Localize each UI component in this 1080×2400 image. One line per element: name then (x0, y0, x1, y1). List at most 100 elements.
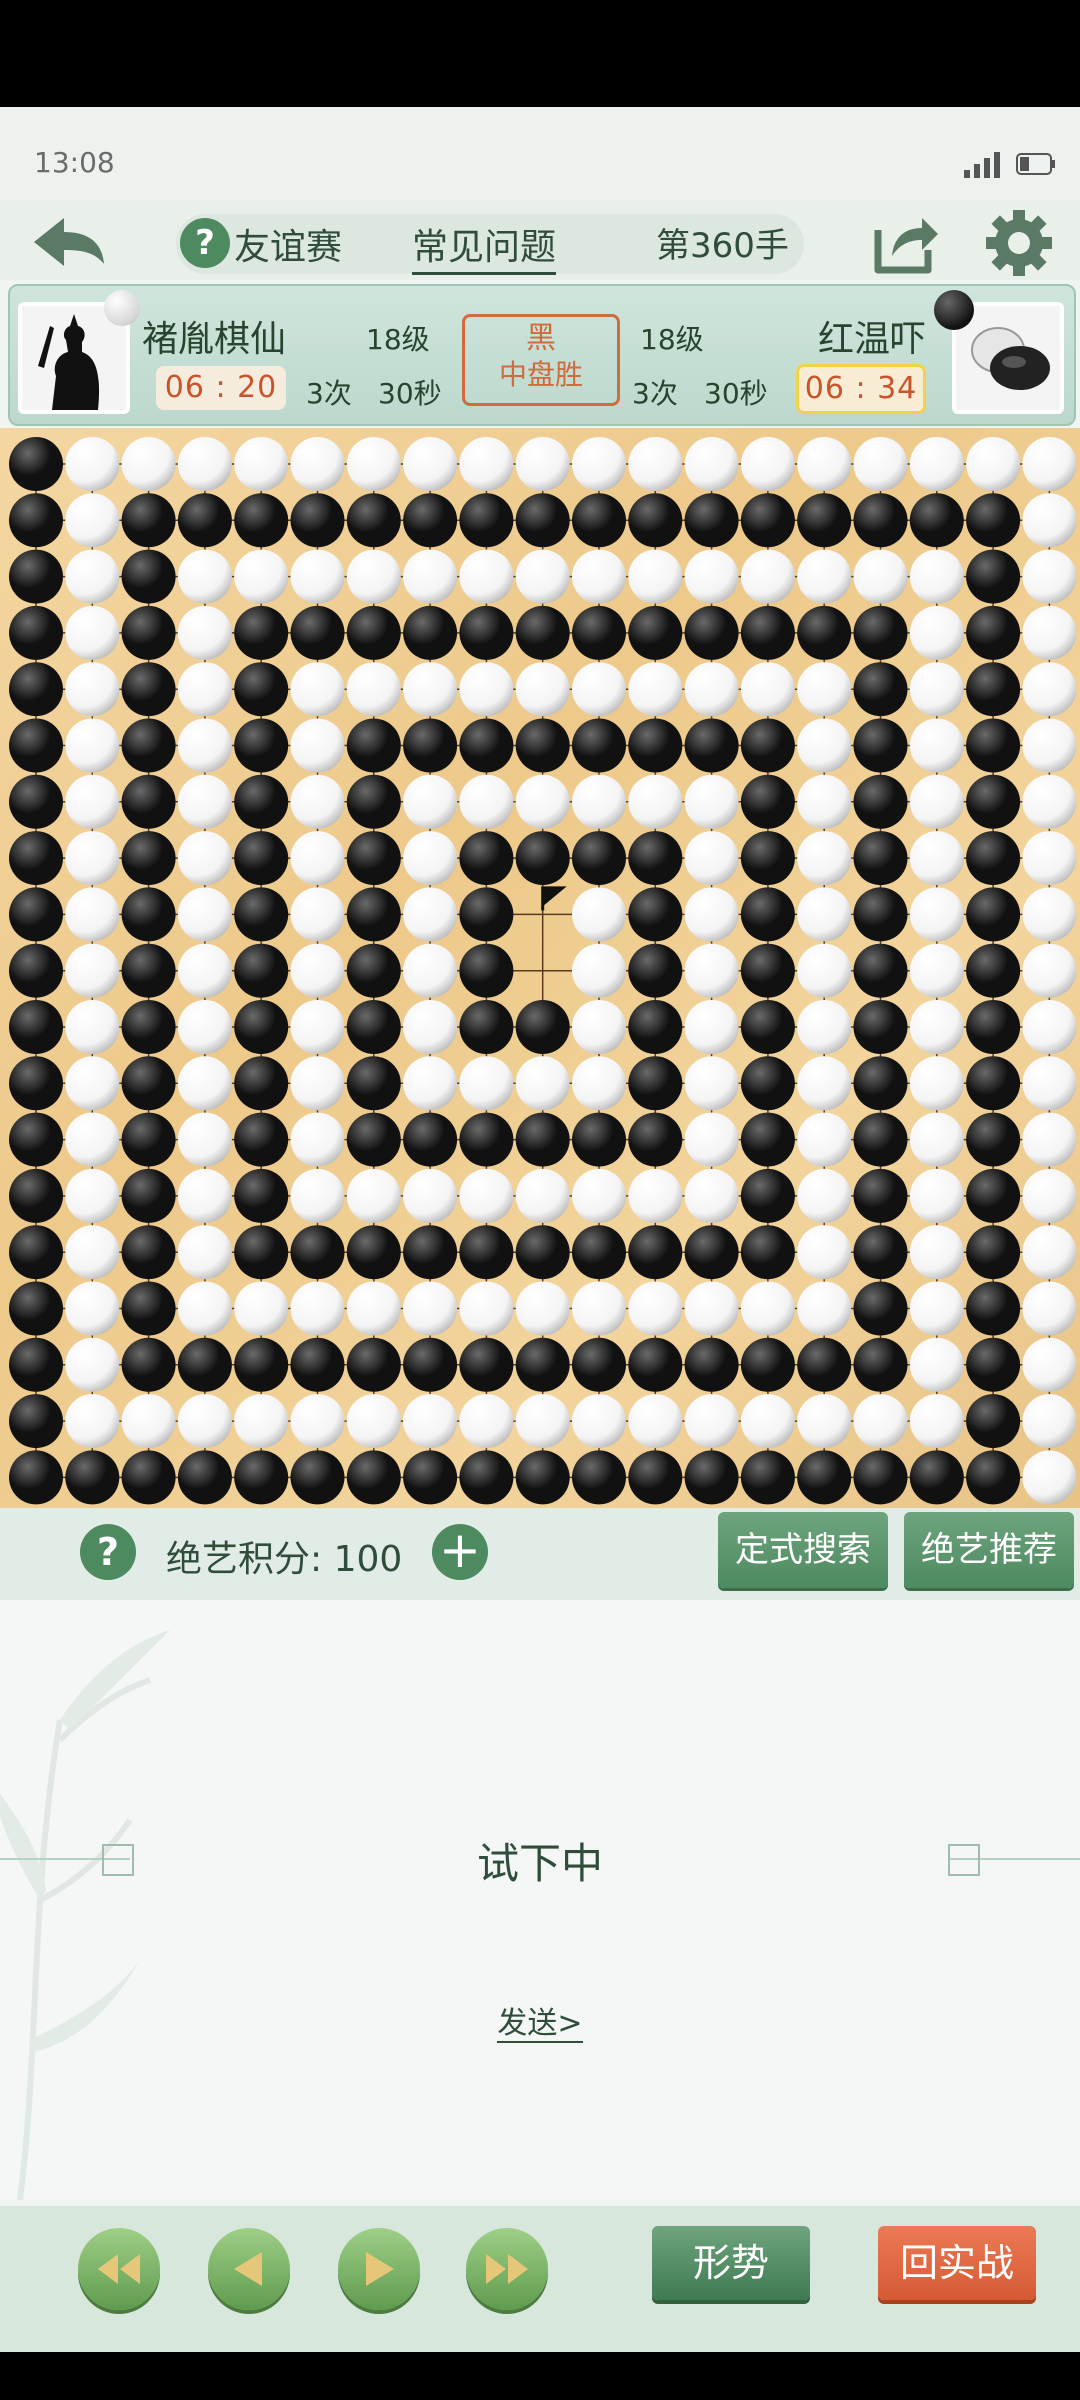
black-stone (966, 718, 1021, 773)
black-stone (459, 1112, 514, 1167)
white-stone (290, 943, 345, 998)
black-stone (853, 943, 908, 998)
share-icon[interactable] (870, 210, 940, 276)
black-stone (740, 605, 795, 660)
white-stone (797, 1281, 852, 1336)
black-stone (177, 1450, 232, 1505)
last-move-flag-icon (542, 886, 567, 907)
white-stone (290, 437, 345, 491)
black-stone (9, 605, 63, 660)
white-stone (65, 493, 120, 548)
white-stone (177, 1056, 232, 1111)
question-icon[interactable]: ? (80, 1524, 136, 1580)
trend-button[interactable]: 形势 (652, 2226, 810, 2300)
back-to-real-game-button[interactable]: 回实战 (878, 2226, 1036, 2300)
white-stone (853, 1394, 908, 1449)
white-stone (515, 1056, 570, 1111)
white-stone (515, 437, 570, 491)
black-stone (572, 1225, 626, 1280)
white-stone (684, 662, 739, 717)
black-stone (234, 1112, 289, 1167)
white-stone (572, 549, 626, 604)
white-stone (346, 662, 401, 717)
white-stone (459, 774, 514, 829)
black-stone (684, 605, 739, 660)
plus-icon[interactable]: + (432, 1524, 488, 1580)
black-stone (121, 774, 176, 829)
black-stone (9, 662, 63, 717)
black-stone (628, 943, 683, 998)
black-stone (177, 1337, 232, 1392)
joseki-search-button[interactable]: 定式搜索 (718, 1512, 888, 1588)
white-player-clock: 06 : 34 (796, 364, 926, 414)
black-stone (853, 493, 908, 548)
white-stone (290, 1000, 345, 1054)
black-stone (853, 1450, 908, 1505)
white-stone (65, 1225, 120, 1280)
faq-link[interactable]: 常见问题 (412, 218, 557, 275)
back-arrow-icon[interactable] (28, 212, 108, 272)
status-time: 13:08 (34, 146, 115, 179)
white-stone (177, 943, 232, 998)
send-link-label[interactable]: 发送> (497, 2006, 583, 2043)
bamboo-decoration (0, 1630, 170, 2201)
white-stone (121, 437, 176, 491)
black-stone (346, 1000, 401, 1054)
step-backward-icon[interactable] (208, 2228, 290, 2310)
step-forward-icon[interactable] (338, 2228, 420, 2310)
black-stone (684, 718, 739, 773)
fast-forward-icon[interactable] (466, 2228, 548, 2310)
black-stone (966, 1168, 1021, 1223)
white-stone (290, 1056, 345, 1111)
white-stone (65, 1056, 120, 1111)
gear-icon[interactable] (984, 208, 1054, 278)
white-stone (628, 549, 683, 604)
black-player-clock: 06 : 20 (156, 366, 286, 410)
question-icon[interactable]: ? (180, 218, 230, 268)
send-link[interactable]: 发送> (0, 1998, 1080, 2043)
black-stone (459, 605, 514, 660)
board-grid[interactable] (0, 428, 1080, 1508)
black-stone (403, 493, 458, 548)
black-stone (121, 718, 176, 773)
black-stone (346, 831, 401, 886)
white-stone (684, 774, 739, 829)
black-stone (740, 1450, 795, 1505)
white-stone (177, 549, 232, 604)
ai-recommend-button[interactable]: 绝艺推荐 (904, 1512, 1074, 1588)
black-stone (177, 493, 232, 548)
black-stone (121, 1450, 176, 1505)
black-stone (740, 1337, 795, 1392)
go-bowl-icon (971, 327, 1050, 390)
white-stone (572, 1168, 626, 1223)
black-stone (966, 831, 1021, 886)
black-stone (515, 831, 570, 886)
black-stone (121, 1168, 176, 1223)
black-stone (797, 1450, 852, 1505)
black-stone (9, 887, 63, 942)
white-stone (290, 662, 345, 717)
black-stone (853, 1168, 908, 1223)
white-stone (65, 831, 120, 886)
black-stone (234, 718, 289, 773)
fast-backward-icon[interactable] (78, 2228, 160, 2310)
black-stone (403, 718, 458, 773)
white-stone (797, 1168, 852, 1223)
black-stone (234, 1168, 289, 1223)
black-stone (234, 662, 289, 717)
go-board[interactable] (0, 428, 1080, 1508)
white-stone (459, 1168, 514, 1223)
white-stone (177, 437, 232, 491)
white-stone (628, 774, 683, 829)
black-stone (966, 1394, 1021, 1449)
black-stone (234, 493, 289, 548)
white-stone (740, 437, 795, 491)
white-stone (290, 774, 345, 829)
black-stone (628, 1450, 683, 1505)
white-stone (177, 774, 232, 829)
white-stone (459, 1281, 514, 1336)
black-stone (684, 1450, 739, 1505)
black-stone (346, 493, 401, 548)
white-stone (628, 437, 683, 491)
white-stone (684, 1394, 739, 1449)
